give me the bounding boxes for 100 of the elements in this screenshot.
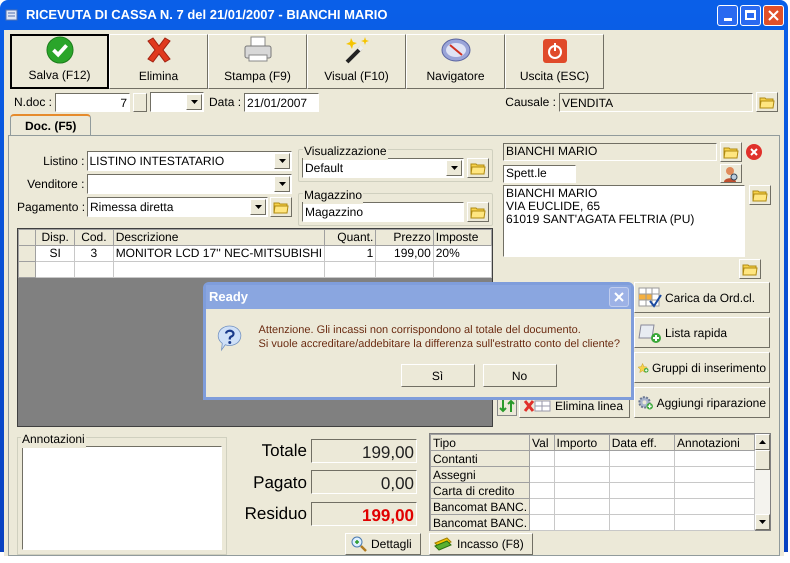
table-cell: 1 bbox=[324, 246, 376, 262]
price-list-dropdown[interactable]: LISTINO INTESTATARIO bbox=[86, 151, 292, 171]
column-header: Descrizione bbox=[113, 230, 325, 246]
column-header: Annotazioni bbox=[674, 434, 754, 450]
folder-button[interactable] bbox=[720, 142, 742, 162]
table-cell: 3 bbox=[74, 246, 114, 262]
check-circle-icon bbox=[44, 36, 74, 64]
details-button[interactable]: Dettagli bbox=[345, 532, 421, 554]
table-cell: 199,00 bbox=[376, 246, 434, 262]
person-search-icon[interactable] bbox=[722, 164, 740, 182]
grid-check-icon bbox=[638, 286, 662, 308]
folder-button[interactable] bbox=[756, 92, 778, 112]
dialog-message: Attenzione. Gli incassi non corrispondono al totale del documento. bbox=[258, 323, 582, 337]
column-header: Cod. bbox=[74, 230, 114, 246]
side-button[interactable]: Gruppi di inserimento bbox=[634, 352, 770, 383]
table-cell: 20% bbox=[433, 246, 492, 262]
side-button[interactable]: Aggiungi riparazione bbox=[634, 387, 770, 418]
column-header: Prezzo bbox=[376, 230, 434, 246]
dialog-button[interactable]: No bbox=[482, 364, 556, 387]
address-line: BIANCHI MARIO bbox=[506, 187, 598, 200]
column-header: Data eff. bbox=[609, 434, 675, 450]
scroll-up-icon[interactable] bbox=[758, 440, 766, 444]
folder-button[interactable] bbox=[270, 197, 292, 217]
column-header: Imposte bbox=[433, 230, 492, 246]
scroll-thumb[interactable] bbox=[754, 450, 770, 470]
total-label: Residuo bbox=[244, 503, 307, 525]
column-header: Quant. bbox=[324, 230, 376, 246]
total-field: 0,00 bbox=[311, 470, 417, 494]
maximize-button[interactable] bbox=[740, 4, 761, 26]
table-cell: SI bbox=[36, 246, 75, 262]
toolbar-button[interactable]: Visual (F10) bbox=[307, 34, 406, 89]
dropdown-arrow-icon[interactable] bbox=[278, 182, 286, 186]
folder-button[interactable] bbox=[467, 202, 489, 222]
dialog-button[interactable]: Sì bbox=[400, 364, 474, 387]
power-icon bbox=[540, 37, 568, 65]
payment-button[interactable]: Incasso (F8) bbox=[429, 533, 533, 555]
column-header: Tipo bbox=[430, 434, 530, 450]
folder-button[interactable] bbox=[739, 259, 761, 279]
window-title: RICEVUTA DI CASSA N. 7 del 21/01/2007 - BIANCHI MARIO bbox=[26, 6, 388, 24]
toolbar-button[interactable]: Navigatore bbox=[406, 34, 505, 89]
total-label: Pagato bbox=[252, 472, 307, 494]
scroll-down-icon[interactable] bbox=[758, 520, 766, 524]
address-line: VIA EUCLIDE, 65 bbox=[506, 200, 602, 213]
row-header: Bancomat BANC. bbox=[430, 514, 530, 530]
reason-field[interactable]: VENDITA bbox=[559, 92, 753, 112]
column-header: Val bbox=[530, 434, 554, 450]
minimize-button[interactable] bbox=[717, 4, 738, 26]
row-header: Bancomat BANC. bbox=[430, 498, 530, 514]
folder-button[interactable] bbox=[467, 158, 489, 178]
client-name-field[interactable]: BIANCHI MARIO bbox=[503, 143, 717, 161]
dropdown[interactable] bbox=[150, 92, 204, 112]
field-label: Pagamento : bbox=[17, 199, 85, 216]
column-header: Importo bbox=[554, 434, 610, 450]
salutation-field[interactable]: Spett.le bbox=[503, 164, 576, 182]
folder-button[interactable] bbox=[749, 185, 771, 205]
side-button[interactable]: Lista rapida bbox=[634, 317, 770, 348]
toolbar-button[interactable]: Salva (F12) bbox=[10, 34, 109, 89]
close-icon[interactable] bbox=[768, 10, 779, 20]
delete-row-icon bbox=[523, 399, 551, 413]
payment-dropdown[interactable]: Rimessa diretta bbox=[87, 197, 268, 217]
folder-icon bbox=[470, 161, 486, 175]
scrollbar[interactable] bbox=[754, 434, 770, 530]
scroll-plus-icon bbox=[638, 322, 662, 344]
address-field[interactable]: BIANCHI MARIO VIA EUCLIDE, 65 61019 SANT'AGATA FELTRIA (PU) bbox=[503, 185, 745, 257]
field-label: N.doc : bbox=[14, 94, 52, 111]
folder-icon bbox=[470, 205, 486, 219]
tab[interactable]: Doc. (F5) bbox=[10, 114, 92, 135]
small-button[interactable] bbox=[133, 92, 148, 112]
field-label: Causale : bbox=[505, 94, 556, 111]
date-field[interactable]: 21/01/2007 bbox=[244, 92, 320, 112]
toolbar-button[interactable]: Stampa (F9) bbox=[208, 34, 307, 89]
dropdown-arrow-icon[interactable] bbox=[450, 166, 458, 170]
field-label: Data : bbox=[209, 94, 242, 111]
banknote-icon bbox=[434, 537, 452, 551]
folder-icon bbox=[723, 145, 739, 159]
table-cell: MONITOR LCD 17'' NEC-MITSUBISHI bbox=[113, 246, 325, 262]
number-field[interactable]: 7 bbox=[55, 92, 130, 112]
view-dropdown[interactable]: Default bbox=[302, 158, 464, 178]
row-header: Carta di credito bbox=[430, 482, 530, 498]
dropdown-arrow-icon[interactable] bbox=[190, 100, 198, 104]
folder-icon bbox=[273, 200, 289, 214]
warehouse-field[interactable]: Magazzino bbox=[302, 202, 464, 222]
seller-dropdown[interactable] bbox=[86, 174, 292, 194]
dialog-title: Ready bbox=[209, 288, 250, 306]
total-field: 199,00 bbox=[311, 502, 417, 526]
close-icon[interactable] bbox=[745, 143, 763, 161]
side-button[interactable]: Carica da Ord.cl. bbox=[634, 282, 770, 313]
column-header: Disp. bbox=[36, 230, 75, 246]
folder-icon bbox=[759, 95, 775, 109]
dropdown-arrow-icon[interactable] bbox=[278, 159, 286, 163]
toolbar-button[interactable]: Elimina bbox=[109, 34, 208, 89]
notes-field[interactable] bbox=[22, 446, 222, 550]
row-header: Contanti bbox=[430, 450, 530, 466]
address-line: 61019 SANT'AGATA FELTRIA (PU) bbox=[506, 213, 696, 226]
magnifier-icon bbox=[351, 536, 367, 552]
folder-icon bbox=[742, 262, 758, 276]
toolbar-button[interactable]: Uscita (ESC) bbox=[505, 34, 604, 89]
dropdown-arrow-icon[interactable] bbox=[254, 205, 262, 209]
dialog-message: Si vuole accreditare/addebitare la differenza sull'estratto conto del cliente? bbox=[258, 337, 620, 351]
app-icon[interactable] bbox=[4, 7, 20, 23]
